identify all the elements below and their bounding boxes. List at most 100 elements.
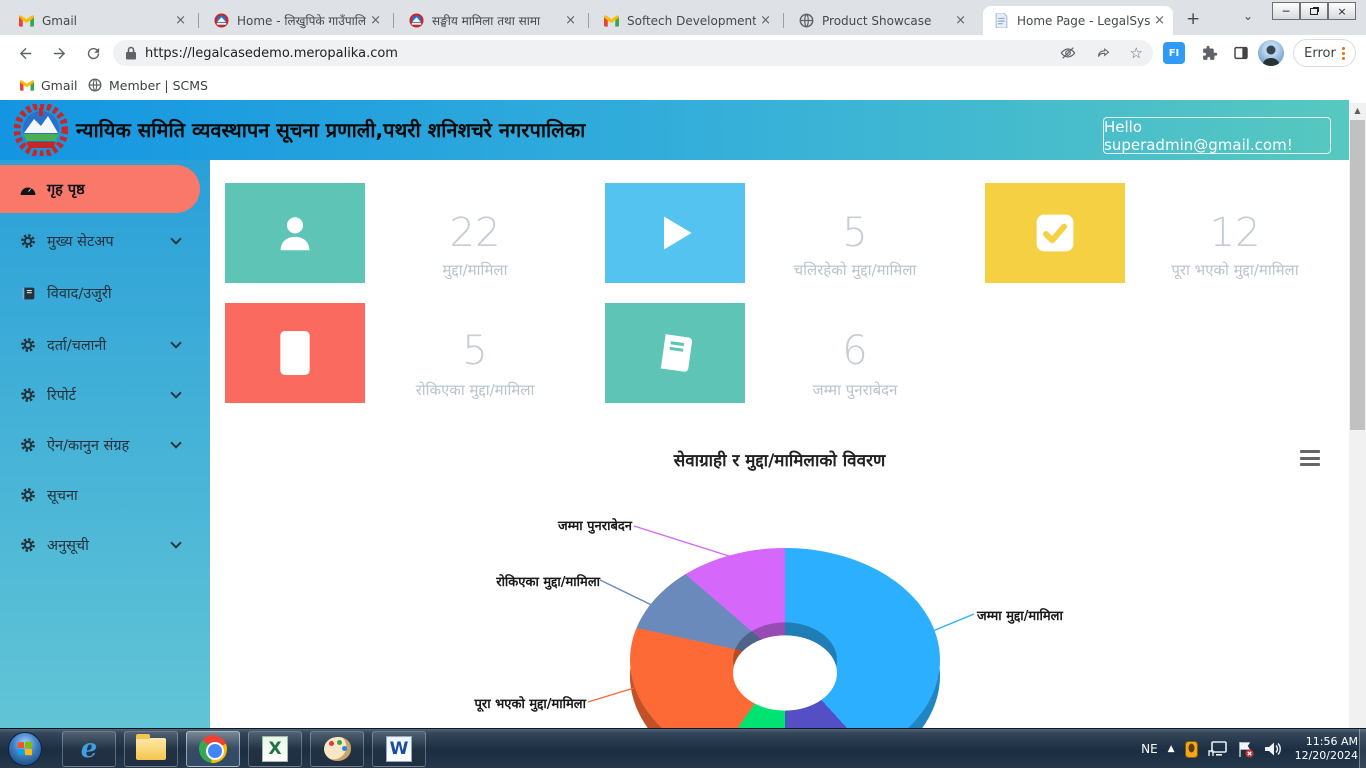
system-tray: NE ▲ 11:56 AM 12/20/2024: [1141, 729, 1358, 769]
bookmark-member-scms[interactable]: Member | SCMS: [88, 75, 208, 95]
start-button[interactable]: [8, 732, 42, 766]
gear-icon: [18, 537, 38, 553]
sidebar-item-darta-chalani[interactable]: दर्ता/चलानी: [0, 325, 210, 365]
sidebar-item-law-collection[interactable]: ऐन/कानुन संग्रह: [0, 425, 210, 465]
folder-icon: [136, 738, 166, 760]
taskbar-chrome-active[interactable]: [186, 731, 240, 767]
chevron-down-icon: [170, 233, 181, 244]
bookmarks-bar: Gmail Member | SCMS: [0, 70, 1366, 100]
tray-clock[interactable]: 11:56 AM 12/20/2024: [1295, 735, 1358, 763]
stat-value: 6: [745, 328, 965, 374]
profile-avatar[interactable]: [1258, 40, 1284, 66]
bookmark-gmail[interactable]: Gmail: [20, 75, 77, 95]
sidebar-item-main-setup[interactable]: मुख्य सेटअप: [0, 221, 210, 261]
taskbar-paint[interactable]: [310, 731, 364, 767]
taskbar-excel[interactable]: X: [248, 731, 302, 767]
sidebar-item-label: अनुसूची: [47, 535, 89, 555]
fi-extension-icon[interactable]: FI: [1163, 42, 1185, 64]
sidebar-item-schedule[interactable]: अनुसूची: [0, 525, 210, 565]
taskbar-file-explorer[interactable]: [124, 731, 178, 767]
excel-icon: X: [262, 736, 288, 762]
show-desktop-button[interactable]: [1359, 729, 1366, 769]
sidebar-item-label: गृह पृष्ठ: [47, 179, 85, 199]
hidden-eye-icon[interactable]: [1059, 45, 1077, 61]
stat-value: 5: [365, 328, 585, 374]
kebab-menu-icon: [1342, 47, 1345, 60]
tab-sanghiya-mamila[interactable]: सङ्घीय मामिला तथा सामा ×: [398, 6, 584, 35]
tab-close-icon[interactable]: ×: [1154, 13, 1165, 28]
nepal-emblem-favicon: [213, 13, 229, 29]
new-tab-button[interactable]: +: [1186, 9, 1200, 29]
tab-gmail[interactable]: Gmail ×: [8, 6, 194, 35]
tab-softech[interactable]: Softech Development - ×: [593, 6, 779, 35]
sidebar-item-dispute-complaint[interactable]: विवाद/उजुरी: [0, 273, 210, 313]
hidden-icons-arrow[interactable]: ▲: [1168, 744, 1175, 754]
stat-card-total-appeals: [605, 303, 745, 403]
tab-title: Softech Development -: [627, 14, 756, 28]
tab-close-icon[interactable]: ×: [760, 13, 771, 28]
chart-leader-lines: [210, 430, 1349, 728]
book-icon: [18, 286, 38, 301]
network-icon[interactable]: [1208, 741, 1227, 757]
sidebar-item-report[interactable]: रिपोर्ट: [0, 375, 210, 415]
page-scrollbar[interactable]: ▲: [1349, 103, 1366, 728]
sidebar-nav: गृह पृष्ठ मुख्य सेटअप विवाद/उजुरी दर्ता/…: [0, 160, 210, 728]
reload-button[interactable]: [80, 40, 106, 66]
stat-card-completed-cases: [985, 183, 1125, 283]
tab-title: Home Page - LegalSyste: [1017, 14, 1150, 28]
browser-tab-strip: Gmail × Home - लिखुपिके गाउँपालि × सङ्घी…: [0, 0, 1366, 35]
window-restore-button[interactable]: [1300, 2, 1328, 20]
tray-app-icon[interactable]: [1185, 741, 1198, 758]
tab-close-icon[interactable]: ×: [565, 13, 576, 28]
stat-card-total-cases: [225, 183, 365, 283]
tab-home-legalsystem-active[interactable]: Home Page - LegalSyste ×: [983, 6, 1173, 35]
action-center-flag-icon[interactable]: [1237, 741, 1254, 758]
gear-icon: [18, 337, 38, 353]
browser-error-menu-button[interactable]: Error: [1293, 39, 1356, 67]
window-close-button[interactable]: ×: [1328, 2, 1356, 20]
window-minimize-button[interactable]: ─: [1272, 2, 1300, 20]
slice-label-appeals[interactable]: जम्मा पुनराबेदन: [558, 516, 632, 534]
address-bar[interactable]: https://legalcasedemo.meropalika.com ☆: [113, 40, 1153, 66]
browser-toolbar: https://legalcasedemo.meropalika.com ☆ F…: [0, 35, 1366, 70]
scroll-up-arrow-icon[interactable]: ▲: [1349, 103, 1366, 118]
tab-close-icon[interactable]: ×: [175, 13, 186, 28]
sidebar-item-label: विवाद/उजुरी: [47, 283, 112, 303]
volume-icon[interactable]: [1264, 741, 1281, 757]
user-greeting[interactable]: Hello superadmin@gmail.com!: [1103, 117, 1331, 154]
tab-home-gaupalika[interactable]: Home - लिखुपिके गाउँपालि ×: [203, 6, 389, 35]
stat-label: पूरा भएको मुद्दा/मामिला: [1105, 260, 1349, 280]
forward-button[interactable]: [46, 40, 72, 66]
nepal-emblem-logo: [14, 104, 68, 156]
bookmark-star-icon[interactable]: ☆: [1130, 44, 1143, 62]
stat-value: 12: [1125, 210, 1345, 256]
share-icon[interactable]: [1095, 46, 1112, 61]
url-text: https://legalcasedemo.meropalika.com: [145, 46, 398, 61]
tab-close-icon[interactable]: ×: [955, 13, 966, 28]
slice-label-completed[interactable]: पूरा भएको मुद्दा/मामिला: [475, 694, 586, 712]
stat-card-stopped-cases: [225, 303, 365, 403]
extensions-puzzle-icon[interactable]: [1196, 40, 1222, 66]
tab-close-icon[interactable]: ×: [370, 13, 381, 28]
tab-product-showcase[interactable]: Product Showcase ×: [788, 6, 974, 35]
user-icon: [272, 210, 318, 256]
slice-label-stopped[interactable]: रोकिएका मुद्दा/मामिला: [496, 572, 600, 590]
sidebar-item-notice[interactable]: सूचना: [0, 475, 210, 515]
language-indicator[interactable]: NE: [1141, 742, 1158, 756]
slice-label-total[interactable]: जम्मा मुद्दा/मामिला: [977, 606, 1063, 624]
stop-icon: [273, 327, 317, 379]
side-panel-icon[interactable]: [1228, 40, 1254, 66]
book-icon: [652, 330, 698, 376]
taskbar-word[interactable]: W: [372, 731, 426, 767]
scrollbar-thumb[interactable]: [1350, 120, 1365, 430]
word-icon: W: [386, 736, 412, 762]
tab-search-chevron-icon[interactable]: ⌄: [1243, 9, 1253, 23]
bookmark-label: Member | SCMS: [109, 78, 208, 93]
globe-favicon: [798, 13, 814, 29]
back-button[interactable]: [12, 40, 38, 66]
play-icon: [653, 211, 697, 255]
taskbar-internet-explorer[interactable]: e: [62, 731, 116, 767]
sidebar-item-home[interactable]: गृह पृष्ठ: [0, 165, 200, 213]
lock-icon: [125, 46, 137, 60]
sidebar-item-label: दर्ता/चलानी: [47, 335, 106, 355]
